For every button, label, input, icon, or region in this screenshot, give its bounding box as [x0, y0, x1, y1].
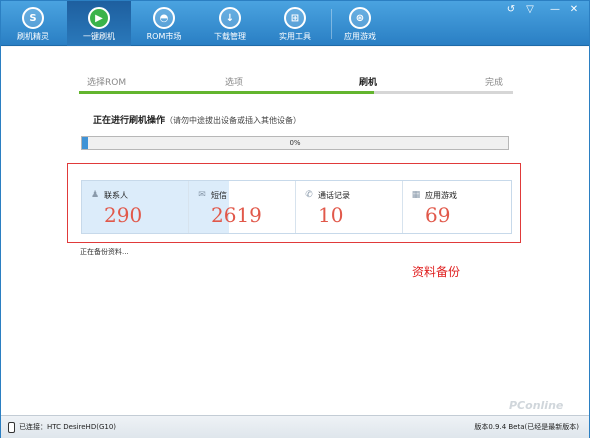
download-icon: ↓ — [219, 7, 241, 29]
progress-percent: 0% — [289, 139, 301, 147]
close-button[interactable]: ✕ — [567, 4, 581, 16]
sms-icon: ✉ — [198, 190, 206, 200]
annotation-label: 资料备份 — [412, 265, 461, 279]
card-count: 10 — [318, 203, 344, 227]
phone-icon — [8, 422, 15, 433]
step-complete: 完成 — [485, 78, 504, 88]
backup-status-text: 正在备份资料... — [80, 248, 129, 256]
step-progress-fill — [79, 91, 375, 94]
nav-apps-games[interactable]: ⊛ 应用游戏 — [328, 1, 392, 46]
menu-icon[interactable]: ▽ — [523, 4, 537, 16]
card-count: 69 — [425, 203, 451, 227]
phone-call-icon: ✆ — [305, 190, 313, 200]
step-indicator: 选择ROM 选项 刷机 完成 — [79, 75, 513, 99]
app-window: S 刷机精灵 ▶ 一键刷机 ◓ ROM市场 ↓ 下载管理 ⊞ 实用工具 ⊛ 应用… — [0, 0, 590, 438]
nav-flash-wizard[interactable]: S 刷机精灵 — [1, 1, 65, 46]
card-label: 通话记录 — [318, 191, 350, 200]
card-apps-games: ▦ 应用游戏 69 — [403, 181, 510, 233]
card-label: 短信 — [211, 191, 227, 200]
minimize-button[interactable]: — — [548, 4, 562, 16]
nav-label: 一键刷机 — [83, 32, 115, 41]
nav-label: 应用游戏 — [344, 32, 376, 41]
tools-grid-icon: ⊞ — [284, 7, 306, 29]
basketball-icon: ⊛ — [349, 7, 371, 29]
operation-hint: （请勿中途拔出设备或插入其他设备） — [165, 116, 302, 125]
nav-rom-market[interactable]: ◓ ROM市场 — [132, 1, 196, 46]
nav-utility-tools[interactable]: ⊞ 实用工具 — [263, 1, 327, 46]
step-track — [79, 91, 513, 94]
connection-status: 已连接：HTC DesireHD(G10) — [19, 423, 117, 431]
card-count: 290 — [104, 203, 143, 227]
card-label: 联系人 — [104, 191, 128, 200]
flash-panel: 选择ROM 选项 刷机 完成 正在进行刷机操作（请勿中途拔出设备或插入其他设备）… — [1, 47, 589, 415]
contact-icon: ♟ — [90, 190, 100, 200]
s-logo-icon: S — [22, 7, 44, 29]
main-toolbar: S 刷机精灵 ▶ 一键刷机 ◓ ROM市场 ↓ 下载管理 ⊞ 实用工具 ⊛ 应用… — [1, 1, 589, 46]
card-label: 应用游戏 — [425, 191, 457, 200]
operation-title-text: 正在进行刷机操作 — [93, 116, 166, 126]
watermark: PConline — [509, 399, 564, 412]
card-sms: ✉ 短信 2619 — [189, 181, 296, 233]
step-options: 选项 — [225, 78, 244, 88]
apps-grid-icon: ▦ — [411, 190, 421, 200]
card-count: 2619 — [211, 203, 262, 227]
card-call-log: ✆ 通话记录 10 — [296, 181, 403, 233]
nav-one-click-flash[interactable]: ▶ 一键刷机 — [67, 1, 131, 46]
nav-label: 实用工具 — [279, 32, 311, 41]
backup-cards: ♟ 联系人 290 ✉ 短信 2619 ✆ 通话记录 10 ▦ 应用游戏 69 — [81, 180, 512, 234]
feedback-icon[interactable]: ↺ — [504, 4, 518, 16]
nav-download-manager[interactable]: ↓ 下载管理 — [198, 1, 262, 46]
nav-label: 下载管理 — [214, 32, 246, 41]
nav-label: ROM市场 — [146, 32, 182, 41]
nav-label: 刷机精灵 — [17, 32, 49, 41]
step-flash: 刷机 — [359, 78, 378, 88]
step-select-rom: 选择ROM — [87, 78, 127, 88]
operation-title: 正在进行刷机操作（请勿中途拔出设备或插入其他设备） — [93, 113, 301, 126]
flash-progress-bar: 0% — [81, 136, 509, 150]
play-icon: ▶ — [88, 7, 110, 29]
card-contacts: ♟ 联系人 290 — [82, 181, 189, 233]
status-bar: 已连接：HTC DesireHD(G10) 版本0.9.4 Beta(已经是最新… — [1, 415, 589, 438]
version-text: 版本0.9.4 Beta(已经是最新版本) — [474, 423, 579, 431]
android-icon: ◓ — [153, 7, 175, 29]
